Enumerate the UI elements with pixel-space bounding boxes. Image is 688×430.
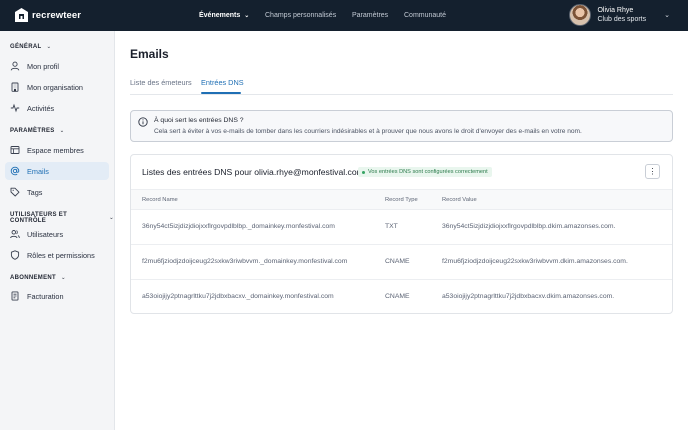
nav-parametres-label: Paramètres: [352, 12, 389, 19]
chevron-down-icon: ⌄: [244, 13, 250, 19]
dns-records-card: Listes des entrées DNS pour olivia.rhye@…: [130, 154, 673, 314]
chevron-down-icon: ⌄: [109, 215, 114, 221]
active-tab-indicator: [201, 92, 241, 94]
status-dot-icon: [362, 170, 365, 174]
chevron-down-icon: ⌄: [59, 128, 65, 134]
sidebar-section-utilisateurs[interactable]: UTILISATEURS ET CONTRÔLE ⌄: [10, 212, 114, 224]
at-sign-icon: [10, 166, 20, 176]
sidebar-item-utilisateurs[interactable]: Utilisateurs: [5, 225, 109, 243]
column-header-record-value: Record Value: [442, 197, 477, 203]
activity-icon: [10, 103, 20, 113]
users-icon: [10, 229, 20, 239]
nav-champs-label: Champs personnalisés: [265, 12, 337, 19]
sidebar-section-parametres[interactable]: PARAMÈTRES ⌄: [10, 128, 64, 134]
sidebar-item-mon-profil[interactable]: Mon profil: [5, 57, 109, 75]
table-body: 36ny54ct5izjdizjdiojxxflrgovpdlblbp._dom…: [131, 210, 672, 315]
sidebar-item-tags[interactable]: Tags: [5, 183, 109, 201]
info-icon: [138, 117, 148, 127]
record-type-cell: CNAME: [385, 258, 410, 265]
section-title: PARAMÈTRES: [10, 128, 55, 134]
section-title: GÉNÉRAL: [10, 44, 42, 50]
table-row: a53oiojijy2ptnagrlttku7j2jdbxbacxv._doma…: [131, 280, 672, 315]
nav-evenements-label: Événements: [199, 12, 241, 19]
sidebar: GÉNÉRAL ⌄ Mon profil Mon organisation Act…: [0, 31, 115, 430]
user-role: Club des sports: [597, 16, 647, 23]
nav-communaute[interactable]: Communauté: [404, 0, 446, 31]
sidebar-item-label: Rôles et permissions: [27, 250, 95, 260]
info-callout: À quoi sert les entrées DNS ? Cela sert …: [130, 110, 673, 142]
record-name-cell[interactable]: a53oiojijy2ptnagrlttku7j2jdbxbacxv._doma…: [142, 293, 334, 300]
table-row: f2mu6fjziodjzdoijceug22sxkw3riwbvvm._dom…: [131, 245, 672, 280]
nav-champs-personnalises[interactable]: Champs personnalisés: [265, 0, 336, 31]
info-title: À quoi sert les entrées DNS ?: [154, 117, 244, 124]
user-icon: [10, 61, 20, 71]
status-badge: Vos entrées DNS sont configurées correct…: [358, 167, 492, 177]
dns-card-title: Listes des entrées DNS pour olivia.rhye@…: [142, 167, 364, 177]
sidebar-item-espace-membres[interactable]: Espace membres: [5, 141, 109, 159]
nav-communaute-label: Communauté: [404, 12, 447, 19]
building-icon: [10, 82, 20, 92]
table-row: 36ny54ct5izjdizjdiojxxflrgovpdlblbp._dom…: [131, 210, 672, 245]
nav-parametres[interactable]: Paramètres: [352, 0, 388, 31]
sidebar-section-general[interactable]: GÉNÉRAL ⌄: [10, 44, 51, 50]
sidebar-item-label: Espace membres: [27, 145, 84, 155]
shield-icon: [10, 250, 20, 260]
more-options-button[interactable]: ⋮: [645, 164, 660, 179]
avatar: [569, 4, 592, 26]
tab-entrees-dns[interactable]: Entrées DNS: [201, 78, 244, 87]
table-header: Record Name Record Type Record Value: [131, 189, 672, 210]
record-name-cell[interactable]: 36ny54ct5izjdizjdiojxxflrgovpdlblbp._dom…: [142, 223, 335, 230]
nav-evenements[interactable]: Événements ⌄: [199, 0, 249, 31]
column-header-record-type: Record Type: [385, 197, 418, 203]
record-name-cell[interactable]: f2mu6fjziodjzdoijceug22sxkw3riwbvvm._dom…: [142, 258, 347, 265]
sidebar-item-label: Facturation: [27, 291, 64, 301]
column-header-record-name: Record Name: [142, 197, 178, 203]
page-title: Emails: [130, 47, 169, 61]
tabs: Liste des émeteurs Entrées DNS: [130, 71, 673, 95]
invoice-icon: [10, 291, 20, 301]
sidebar-section-abonnement[interactable]: ABONNEMENT ⌄: [10, 275, 66, 281]
sidebar-item-label: Utilisateurs: [27, 229, 64, 239]
section-title: ABONNEMENT: [10, 275, 56, 281]
sidebar-item-label: Activités: [27, 103, 55, 113]
record-type-cell: CNAME: [385, 293, 410, 300]
info-text: Cela sert à éviter à vos e-mails de tomb…: [154, 128, 582, 135]
record-type-cell: TXT: [385, 223, 398, 230]
kebab-menu-icon: ⋮: [648, 166, 657, 176]
sidebar-item-emails[interactable]: Emails: [5, 162, 109, 180]
sidebar-item-mon-organisation[interactable]: Mon organisation: [5, 78, 109, 96]
tag-icon: [10, 187, 20, 197]
chevron-down-icon: ⌄: [46, 44, 52, 50]
sidebar-item-label: Mon profil: [27, 61, 60, 71]
section-title: UTILISATEURS ET CONTRÔLE: [10, 212, 68, 224]
top-navigation-bar: recrewteer Événements ⌄ Champs personnal…: [0, 0, 688, 31]
sidebar-item-label: Mon organisation: [27, 82, 83, 92]
chevron-down-icon: ⌄: [664, 12, 670, 19]
chevron-down-icon: ⌄: [61, 275, 66, 281]
main-content: Emails Liste des émeteurs Entrées DNS À …: [115, 31, 688, 430]
record-value-cell[interactable]: a53oiojijy2ptnagrlttku7j2jdbxbacxv.dkim.…: [442, 293, 614, 300]
sidebar-item-activites[interactable]: Activités: [5, 99, 109, 117]
recrewteer-logo-icon: [15, 8, 28, 22]
layout-icon: [10, 145, 20, 155]
brand-name: recrewteer: [32, 9, 82, 21]
user-menu[interactable]: Olivia Rhye Club des sports ⌄: [569, 4, 670, 26]
sidebar-item-label: Tags: [27, 187, 43, 197]
sidebar-item-roles-permissions[interactable]: Rôles et permissions: [5, 246, 109, 264]
status-badge-label: Vos entrées DNS sont configurées correct…: [368, 169, 488, 175]
record-value-cell[interactable]: 36ny54ct5izjdizjdiojxxflrgovpdlblbp.dkim…: [442, 223, 615, 230]
record-value-cell[interactable]: f2mu6fjziodjzdoijceug22sxkw3riwbvvm.dkim…: [442, 258, 628, 265]
user-name: Olivia Rhye: [597, 7, 634, 14]
sidebar-item-label: Emails: [27, 166, 49, 176]
tab-liste-emeteurs[interactable]: Liste des émeteurs: [130, 78, 192, 87]
brand-logo[interactable]: recrewteer: [15, 8, 81, 22]
sidebar-item-facturation[interactable]: Facturation: [5, 287, 109, 305]
